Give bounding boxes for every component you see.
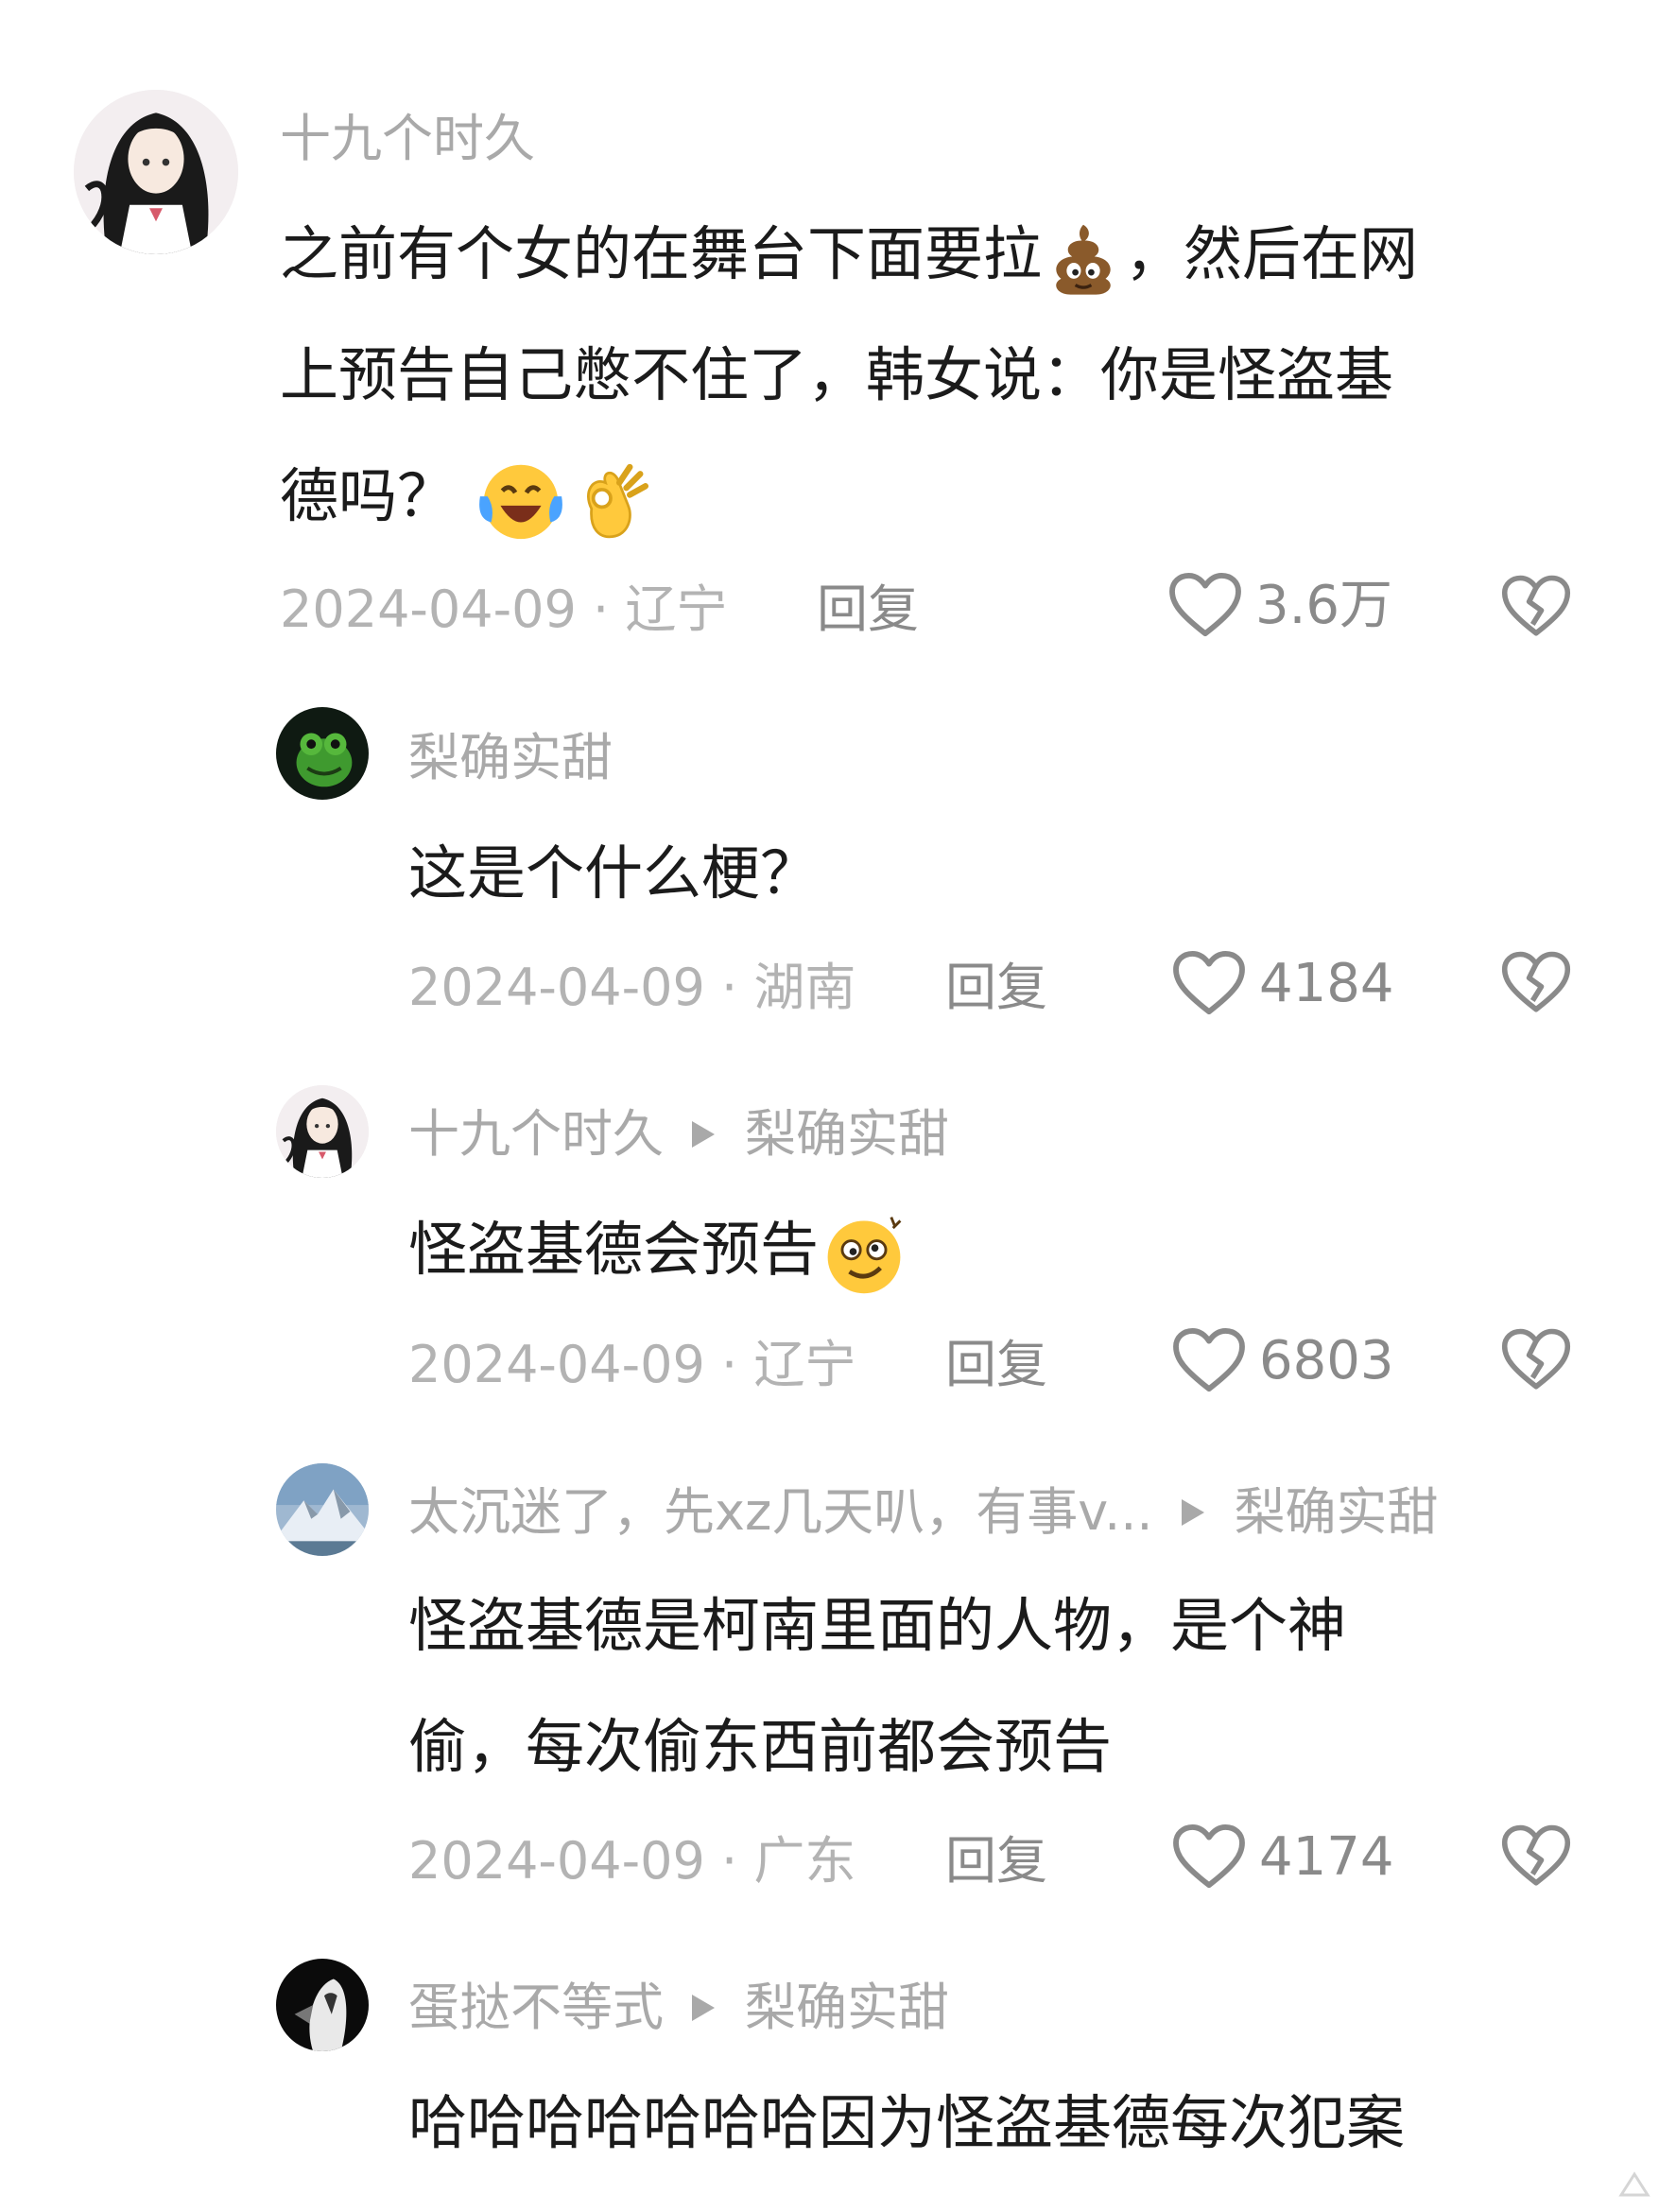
comment-text: 这是个什么梗？	[408, 838, 820, 907]
comment-date-region: 2024-04-09 · 湖南	[408, 958, 856, 1017]
username-row: 十九个时久	[280, 113, 535, 164]
like-button[interactable]: 3.6万	[1168, 573, 1392, 639]
reply-to-username[interactable]: 梨确实甜	[745, 1982, 949, 2033]
like-count: 4184	[1259, 953, 1394, 1014]
snow-mountain-avatar-icon	[276, 1463, 369, 1556]
username-row: 蛋挞不等式 梨确实甜	[408, 1982, 949, 2033]
dizzy-face-emoji-icon	[819, 1208, 909, 1299]
broken-heart-icon[interactable]	[1501, 951, 1571, 1015]
ok-hand-emoji-icon	[567, 457, 654, 544]
comment-text: 哈哈哈哈哈哈哈因为怪盗基德每次犯案	[408, 2088, 1406, 2157]
anime-girl-avatar-icon	[74, 90, 238, 254]
like-button[interactable]: 4184	[1172, 951, 1394, 1017]
avatar[interactable]	[74, 90, 238, 254]
username[interactable]: 太沉迷了，先xz几天叭，有事v...	[408, 1487, 1153, 1538]
username[interactable]: 十九个时久	[408, 1109, 664, 1160]
reply-arrow-icon	[692, 1995, 715, 2021]
avatar[interactable]	[276, 1463, 369, 1556]
reply-arrow-icon	[1181, 1499, 1204, 1526]
heart-outline-icon	[1172, 951, 1246, 1017]
reply-button[interactable]: 回复	[945, 1836, 1047, 1887]
green-frog-avatar-icon	[276, 707, 369, 800]
broken-heart-icon[interactable]	[1501, 1328, 1571, 1392]
broken-heart-icon[interactable]	[1501, 1824, 1571, 1889]
dark-figure-avatar-icon	[276, 1959, 369, 2051]
reply-arrow-icon	[692, 1121, 715, 1148]
like-button[interactable]: 6803	[1172, 1328, 1394, 1394]
comment-date-region: 2024-04-09 · 辽宁	[408, 1335, 856, 1394]
comment-text: 怪盗基德会预告	[408, 1189, 1581, 1310]
poop-emoji-icon	[1042, 218, 1125, 298]
like-count: 3.6万	[1255, 575, 1393, 636]
like-count: 4174	[1259, 1826, 1394, 1888]
laughing-tears-emoji-icon	[475, 454, 567, 546]
reply-button[interactable]: 回复	[817, 584, 919, 635]
username-row: 太沉迷了，先xz几天叭，有事v... 梨确实甜	[408, 1487, 1439, 1538]
reply-button[interactable]: 回复	[945, 1339, 1047, 1391]
like-button[interactable]: 4174	[1172, 1824, 1394, 1891]
reply-button[interactable]: 回复	[945, 962, 1047, 1013]
broken-heart-icon[interactable]	[1501, 575, 1571, 639]
heart-outline-icon	[1172, 1328, 1246, 1394]
avatar[interactable]	[276, 1085, 369, 1178]
watermark-icon	[1618, 2171, 1650, 2197]
heart-outline-icon	[1168, 573, 1242, 639]
comment-date-region: 2024-04-09 · 辽宁	[280, 579, 728, 639]
anime-girl-avatar-icon	[276, 1085, 369, 1178]
comment-date-region: 2024-04-09 · 广东	[408, 1831, 856, 1891]
comment-text: 之前有个女的在舞台下面要拉 ，然后在网 上预告自己憋不住了，韩女说：你是怪盗基 德…	[280, 194, 1584, 557]
username[interactable]: 梨确实甜	[408, 733, 613, 784]
comment-text: 怪盗基德是柯南里面的人物，是个神 偷，每次偷东西前都会预告	[408, 1591, 1347, 1781]
like-count: 6803	[1259, 1330, 1394, 1391]
username[interactable]: 十九个时久	[280, 113, 535, 164]
reply-to-username[interactable]: 梨确实甜	[1235, 1487, 1439, 1538]
avatar[interactable]	[276, 1959, 369, 2051]
avatar[interactable]	[276, 707, 369, 800]
reply-to-username[interactable]: 梨确实甜	[745, 1109, 949, 1160]
heart-outline-icon	[1172, 1824, 1246, 1891]
username-row: 梨确实甜	[408, 733, 613, 784]
username[interactable]: 蛋挞不等式	[408, 1982, 664, 2033]
username-row: 十九个时久 梨确实甜	[408, 1109, 949, 1160]
